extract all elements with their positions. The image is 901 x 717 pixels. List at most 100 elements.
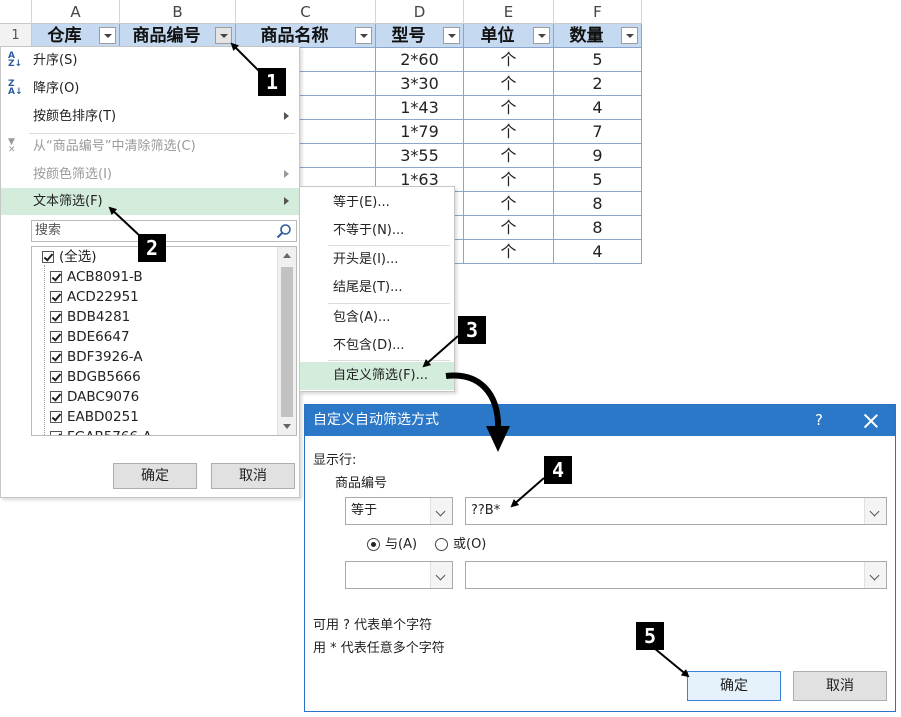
- list-item[interactable]: DABC9076: [50, 387, 270, 407]
- chevron-down-icon[interactable]: [864, 562, 886, 588]
- filter-dropdown-button[interactable]: [443, 27, 460, 44]
- cell-unit[interactable]: 个: [464, 48, 554, 72]
- menu-item-sort-ascending[interactable]: A Z↓ 升序(S): [1, 47, 299, 74]
- column-header-b[interactable]: B: [120, 0, 236, 24]
- checkbox-checked-icon[interactable]: [50, 291, 62, 303]
- cell-quantity[interactable]: 9: [554, 144, 642, 168]
- and-radio[interactable]: 与(A): [367, 535, 427, 555]
- list-item[interactable]: BDE6647: [50, 327, 270, 347]
- filter-value-list[interactable]: (全选) ACB8091-B ACD22951 BDB4281 BDE6647 BDF39…: [31, 246, 297, 436]
- operator-1-select[interactable]: 等于: [345, 497, 453, 525]
- checkbox-checked-icon[interactable]: [50, 391, 62, 403]
- help-button[interactable]: ?: [815, 405, 823, 436]
- filter-dropdown-button[interactable]: [99, 27, 116, 44]
- checkbox-checked-icon[interactable]: [50, 351, 62, 363]
- checkbox-checked-icon[interactable]: [42, 251, 54, 263]
- cell-model[interactable]: 1*43: [376, 96, 464, 120]
- dialog-ok-button[interactable]: 确定: [687, 671, 781, 701]
- checkbox-checked-icon[interactable]: [50, 411, 62, 423]
- chevron-down-icon[interactable]: [864, 498, 886, 524]
- menu-item-filter-by-color[interactable]: 按颜色筛选(I): [1, 161, 299, 188]
- cell-unit[interactable]: 个: [464, 96, 554, 120]
- search-placeholder: 搜索: [35, 223, 62, 238]
- cell-model[interactable]: 1*79: [376, 120, 464, 144]
- cell-unit[interactable]: 个: [464, 240, 554, 264]
- cell-quantity[interactable]: 8: [554, 192, 642, 216]
- filter-dropdown-button[interactable]: [215, 27, 232, 44]
- cell-unit[interactable]: 个: [464, 72, 554, 96]
- filter-cancel-button[interactable]: 取消: [211, 463, 295, 489]
- or-radio[interactable]: 或(O): [435, 535, 495, 555]
- checkbox-checked-icon[interactable]: [50, 271, 62, 283]
- step-badge-5: 5: [636, 622, 664, 650]
- checkbox-checked-icon[interactable]: [50, 431, 62, 435]
- value-1-input[interactable]: ??B*: [465, 497, 887, 525]
- cell-quantity[interactable]: 2: [554, 72, 642, 96]
- cell-quantity[interactable]: 5: [554, 168, 642, 192]
- cell-unit[interactable]: 个: [464, 144, 554, 168]
- cell-quantity[interactable]: 7: [554, 120, 642, 144]
- column-header-a[interactable]: A: [32, 0, 120, 24]
- and-radio-button[interactable]: [367, 538, 380, 551]
- cell-unit[interactable]: 个: [464, 168, 554, 192]
- or-radio-button[interactable]: [435, 538, 448, 551]
- submenu-item-does-not-contain[interactable]: 不包含(D)...: [300, 332, 454, 360]
- list-item[interactable]: FGAB5766-A: [50, 427, 270, 435]
- submenu-item-contains[interactable]: 包含(A)...: [300, 304, 454, 332]
- column-header-d[interactable]: D: [376, 0, 464, 24]
- operator-2-select[interactable]: [345, 561, 453, 589]
- submenu-item-begins-with[interactable]: 开头是(I)...: [300, 246, 454, 274]
- dialog-cancel-button[interactable]: 取消: [793, 671, 887, 701]
- submenu-item-equals[interactable]: 等于(E)...: [300, 189, 454, 217]
- menu-item-sort-by-color[interactable]: 按颜色排序(T): [1, 103, 299, 130]
- scroll-down-icon[interactable]: [283, 424, 291, 429]
- cell-unit[interactable]: 个: [464, 120, 554, 144]
- cell-quantity[interactable]: 8: [554, 216, 642, 240]
- menu-separator: [328, 360, 450, 361]
- step-badge-1: 1: [258, 68, 286, 96]
- dialog-title-bar[interactable]: 自定义自动筛选方式 ?: [305, 405, 895, 436]
- column-header-c[interactable]: C: [236, 0, 376, 24]
- header-label: 单位: [480, 26, 515, 46]
- row-number-1[interactable]: 1: [0, 24, 32, 48]
- column-header-e[interactable]: E: [464, 0, 554, 24]
- list-item[interactable]: ACB8091-B: [50, 267, 270, 287]
- menu-item-text-filter[interactable]: 文本筛选(F): [1, 188, 299, 215]
- corner-cell[interactable]: [0, 0, 32, 24]
- list-item[interactable]: BDB4281: [50, 307, 270, 327]
- close-icon[interactable]: [863, 413, 879, 429]
- cell-model[interactable]: 3*30: [376, 72, 464, 96]
- cell-model[interactable]: 3*55: [376, 144, 464, 168]
- list-item[interactable]: BDF3926-A: [50, 347, 270, 367]
- filter-ok-button[interactable]: 确定: [113, 463, 197, 489]
- value-2-input[interactable]: [465, 561, 887, 589]
- scrollbar-thumb[interactable]: [281, 267, 293, 417]
- filter-dropdown-button[interactable]: [355, 27, 372, 44]
- menu-item-clear-filter[interactable]: ▼ ✕ 从“商品编号”中清除筛选(C): [1, 133, 299, 160]
- list-item[interactable]: EABD0251: [50, 407, 270, 427]
- dialog-title: 自定义自动筛选方式: [313, 412, 439, 428]
- list-item[interactable]: BDGB5666: [50, 367, 270, 387]
- cell-unit[interactable]: 个: [464, 192, 554, 216]
- cell-unit[interactable]: 个: [464, 216, 554, 240]
- column-header-f[interactable]: F: [554, 0, 642, 24]
- cell-quantity[interactable]: 5: [554, 48, 642, 72]
- cell-quantity[interactable]: 4: [554, 240, 642, 264]
- checkbox-checked-icon[interactable]: [50, 371, 62, 383]
- cell-model[interactable]: 2*60: [376, 48, 464, 72]
- list-scrollbar[interactable]: [277, 247, 296, 435]
- checkbox-checked-icon[interactable]: [50, 331, 62, 343]
- checkbox-checked-icon[interactable]: [50, 311, 62, 323]
- cell-quantity[interactable]: 4: [554, 96, 642, 120]
- submenu-item-ends-with[interactable]: 结尾是(T)...: [300, 274, 454, 302]
- list-item[interactable]: ACD22951: [50, 287, 270, 307]
- filter-dropdown-button[interactable]: [621, 27, 638, 44]
- filter-dropdown-button[interactable]: [533, 27, 550, 44]
- menu-item-sort-descending[interactable]: Z A↓ 降序(O): [1, 75, 299, 102]
- text-filter-submenu: 等于(E)... 不等于(N)... 开头是(I)... 结尾是(T)... 包…: [299, 186, 455, 392]
- submenu-item-not-equals[interactable]: 不等于(N)...: [300, 217, 454, 245]
- chevron-down-icon[interactable]: [430, 498, 452, 524]
- scroll-up-icon[interactable]: [283, 253, 291, 258]
- chevron-down-icon[interactable]: [430, 562, 452, 588]
- submenu-item-custom-filter[interactable]: 自定义筛选(F)...: [300, 362, 454, 390]
